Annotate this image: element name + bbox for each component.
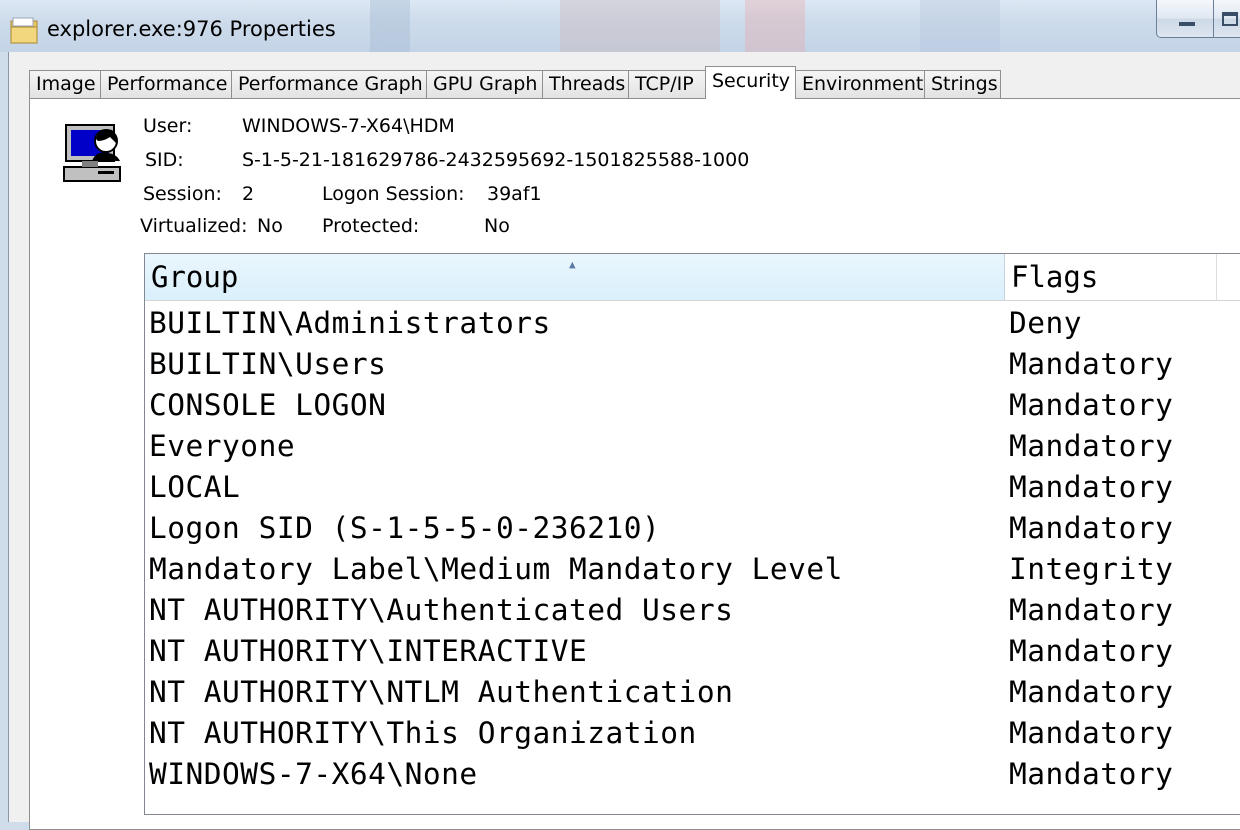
protected-label: Protected:	[322, 215, 420, 237]
table-row[interactable]: WINDOWS-7-X64\None Mandatory	[145, 754, 1240, 795]
flags-cell: Mandatory	[1009, 634, 1174, 668]
sid-label: SID:	[145, 149, 184, 171]
table-row[interactable]: NT AUTHORITY\INTERACTIVE Mandatory	[145, 631, 1240, 672]
flags-cell: Mandatory	[1009, 716, 1174, 750]
user-label: User:	[143, 115, 193, 137]
protected-value: No	[484, 215, 510, 237]
table-row[interactable]: Mandatory Label\Medium Mandatory Level I…	[145, 549, 1240, 590]
tab-gpu-graph[interactable]: GPU Graph	[426, 70, 543, 98]
table-row[interactable]: NT AUTHORITY\Authenticated Users Mandato…	[145, 590, 1240, 631]
sort-ascending-icon: ▲	[569, 258, 576, 271]
user-value: WINDOWS-7-X64\HDM	[242, 115, 455, 137]
tab-performance[interactable]: Performance	[100, 70, 232, 98]
title-bar[interactable]: explorer.exe:976 Properties	[0, 0, 1240, 52]
table-header: Group ▲ Flags	[145, 254, 1240, 301]
group-cell: Everyone	[149, 429, 296, 463]
group-cell: NT AUTHORITY\Authenticated Users	[149, 593, 734, 627]
logon-session-label: Logon Session:	[322, 183, 465, 205]
table-row[interactable]: NT AUTHORITY\NTLM Authentication Mandato…	[145, 672, 1240, 713]
flags-cell: Mandatory	[1009, 429, 1174, 463]
column-header-flags[interactable]: Flags	[1005, 254, 1217, 300]
flags-cell: Mandatory	[1009, 593, 1174, 627]
sid-value: S-1-5-21-181629786-2432595692-1501825588…	[242, 149, 750, 171]
background-window-strip	[560, 0, 720, 52]
group-cell: NT AUTHORITY\NTLM Authentication	[149, 675, 734, 709]
folder-icon	[10, 17, 38, 44]
table-body: BUILTIN\Administrators Deny BUILTIN\User…	[145, 303, 1240, 795]
background-window-strip	[920, 0, 1000, 52]
group-cell: Mandatory Label\Medium Mandatory Level	[149, 552, 843, 586]
flags-cell: Mandatory	[1009, 511, 1174, 545]
group-cell: BUILTIN\Administrators	[149, 306, 551, 340]
properties-dialog: Image Performance Performance Graph GPU …	[8, 52, 1240, 830]
column-header-filler	[1217, 254, 1240, 300]
flags-cell: Integrity	[1009, 552, 1174, 586]
groups-table[interactable]: Group ▲ Flags BUILTIN\Administrators Den…	[144, 253, 1240, 815]
table-row[interactable]: Everyone Mandatory	[145, 426, 1240, 467]
group-cell: LOCAL	[149, 470, 241, 504]
virtualized-label: Virtualized:	[140, 215, 248, 237]
table-row[interactable]: BUILTIN\Administrators Deny	[145, 303, 1240, 344]
background-window-strip	[370, 0, 410, 52]
tab-security[interactable]: Security	[705, 66, 796, 99]
session-label: Session:	[143, 183, 222, 205]
flags-cell: Deny	[1009, 306, 1083, 340]
table-row[interactable]: CONSOLE LOGON Mandatory	[145, 385, 1240, 426]
flags-cell: Mandatory	[1009, 388, 1174, 422]
window-title: explorer.exe:976 Properties	[47, 17, 336, 41]
table-row[interactable]: BUILTIN\Users Mandatory	[145, 344, 1240, 385]
group-cell: NT AUTHORITY\This Organization	[149, 716, 697, 750]
session-value: 2	[242, 183, 255, 205]
flags-cell: Mandatory	[1009, 757, 1174, 791]
background-window-strip	[745, 0, 805, 52]
virtualized-value: No	[257, 215, 283, 237]
tab-threads[interactable]: Threads	[542, 70, 629, 98]
flags-cell: Mandatory	[1009, 347, 1174, 381]
flags-cell: Mandatory	[1009, 675, 1174, 709]
minimize-button[interactable]	[1156, 0, 1214, 38]
group-cell: BUILTIN\Users	[149, 347, 387, 381]
column-header-group[interactable]: Group ▲	[145, 254, 1005, 300]
tab-tcpip[interactable]: TCP/IP	[628, 70, 706, 98]
group-cell: CONSOLE LOGON	[149, 388, 387, 422]
group-cell: NT AUTHORITY\INTERACTIVE	[149, 634, 588, 668]
tab-environment[interactable]: Environment	[795, 70, 925, 98]
minimize-icon	[1179, 22, 1195, 26]
table-row[interactable]: NT AUTHORITY\This Organization Mandatory	[145, 713, 1240, 754]
table-row[interactable]: LOCAL Mandatory	[145, 467, 1240, 508]
tab-image[interactable]: Image	[29, 70, 101, 98]
security-page: User: WINDOWS-7-X64\HDM SID: S-1-5-21-18…	[29, 98, 1240, 830]
tab-performance-graph[interactable]: Performance Graph	[231, 70, 427, 98]
column-header-flags-label: Flags	[1011, 260, 1099, 294]
flags-cell: Mandatory	[1009, 470, 1174, 504]
logon-session-value: 39af1	[487, 183, 542, 205]
maximize-button[interactable]	[1214, 0, 1240, 38]
tab-strings[interactable]: Strings	[924, 70, 1001, 98]
column-header-group-label: Group	[151, 260, 239, 294]
user-computer-icon	[63, 124, 121, 182]
group-cell: Logon SID (S-1-5-5-0-236210)	[149, 511, 661, 545]
table-row[interactable]: Logon SID (S-1-5-5-0-236210) Mandatory	[145, 508, 1240, 549]
maximize-icon	[1222, 12, 1238, 26]
group-cell: WINDOWS-7-X64\None	[149, 757, 478, 791]
